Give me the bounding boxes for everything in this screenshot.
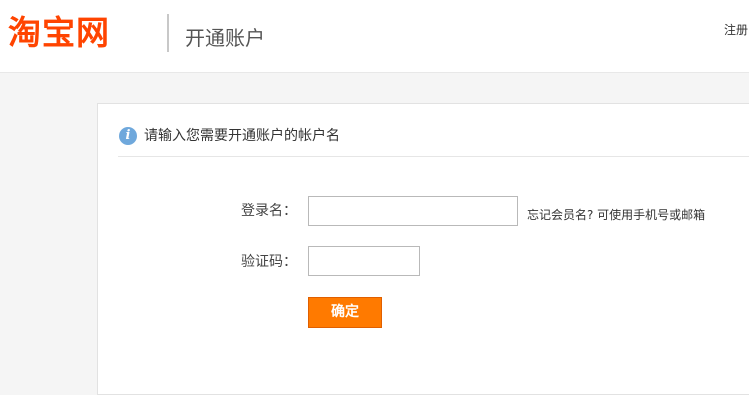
taobao-logo[interactable]: 淘宝网 (8, 11, 110, 55)
panel-header: i 请输入您需要开通账户的帐户名 (118, 124, 749, 157)
page-title: 开通账户 (185, 26, 265, 50)
account-form-panel: i 请输入您需要开通账户的帐户名 登录名： 忘记会员名? 可使用手机号或邮箱 验… (97, 103, 749, 395)
register-link[interactable]: 注册 (724, 22, 748, 38)
confirm-button[interactable]: 确定 (308, 297, 382, 328)
header-divider (167, 14, 169, 52)
captcha-label: 验证码： (241, 254, 297, 270)
captcha-input[interactable] (308, 246, 420, 276)
instruction-text: 请输入您需要开通账户的帐户名 (144, 128, 340, 144)
forgot-username-link[interactable]: 忘记会员名? 可使用手机号或邮箱 (527, 207, 705, 223)
username-label: 登录名： (241, 203, 297, 219)
site-header: 淘宝网 开通账户 注册 (0, 0, 749, 73)
username-input[interactable] (308, 196, 518, 226)
info-icon: i (119, 127, 137, 145)
